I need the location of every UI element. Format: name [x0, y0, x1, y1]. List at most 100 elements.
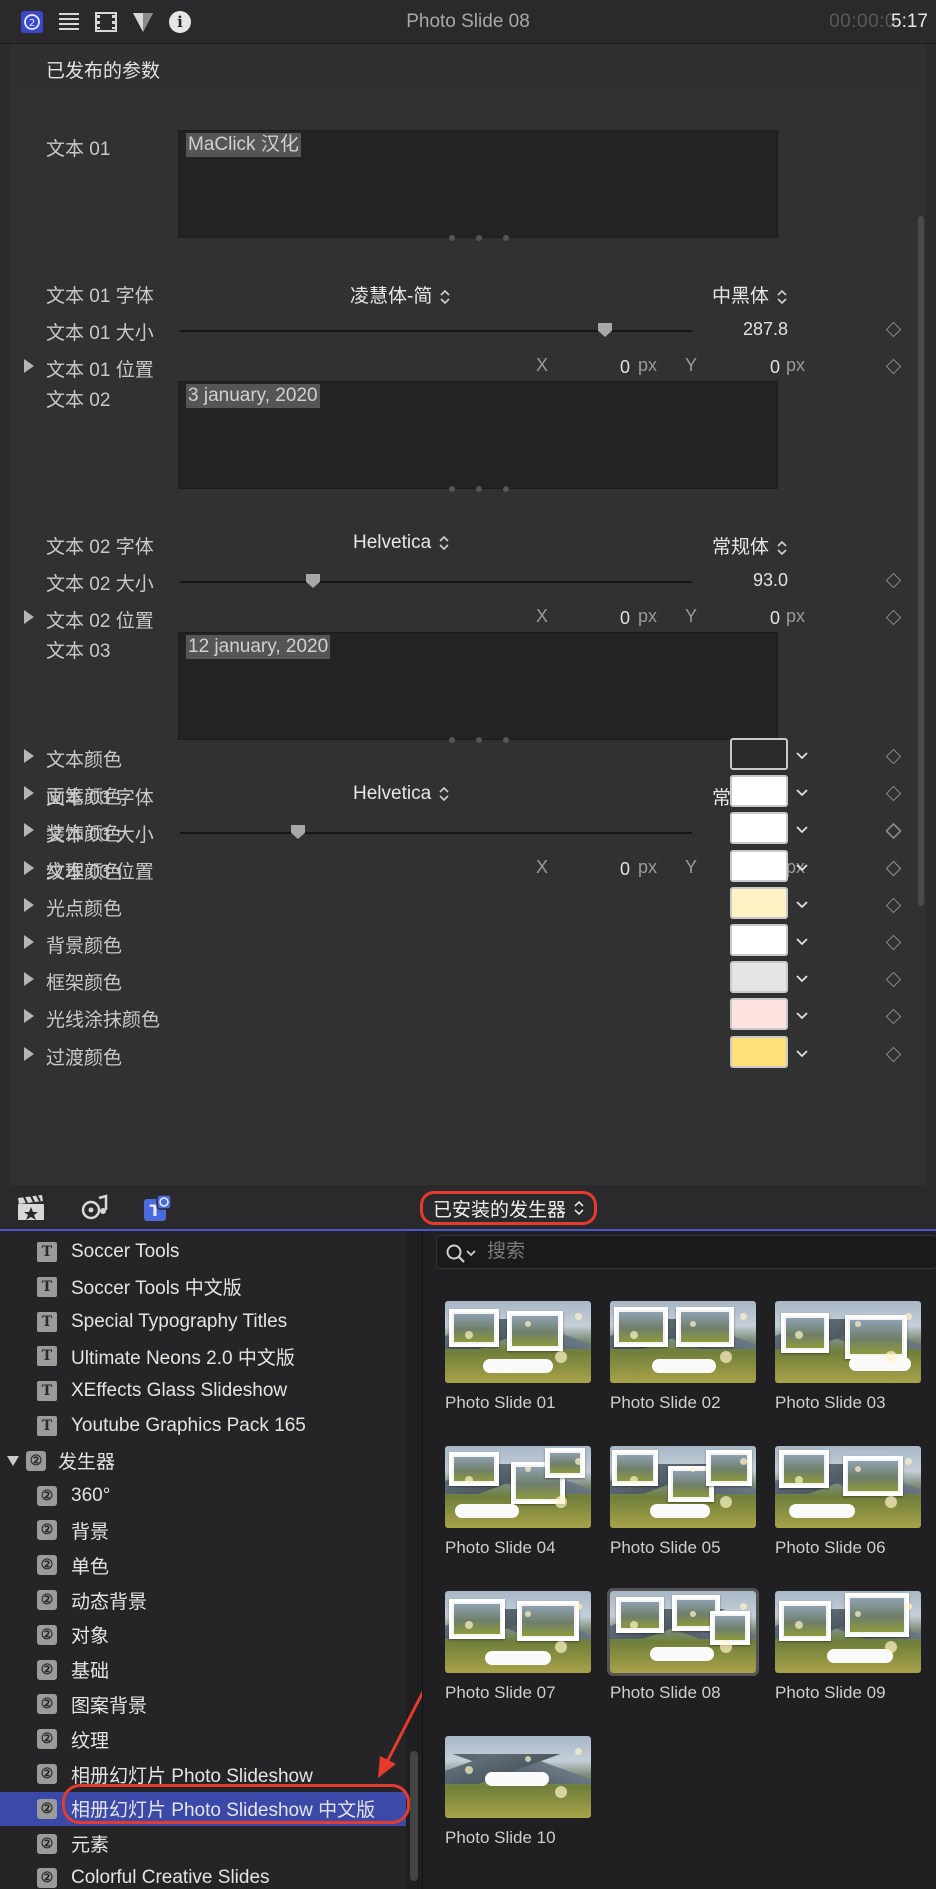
- position-x-value[interactable]: 0: [560, 357, 630, 378]
- generator-thumbnail[interactable]: Photo Slide 05: [610, 1446, 756, 1558]
- size-slider-knob[interactable]: [598, 323, 612, 337]
- font-family-popup[interactable]: 凌慧体-简: [350, 281, 450, 308]
- size-value[interactable]: 287.8: [718, 319, 788, 340]
- sidebar-item[interactable]: T Youtube Graphics Pack 165: [0, 1409, 406, 1443]
- sidebar-item[interactable]: ② 纹理: [0, 1722, 406, 1756]
- keyframe-icon[interactable]: [885, 572, 902, 589]
- sidebar-item[interactable]: ② 元素: [0, 1827, 406, 1861]
- chevron-down-icon[interactable]: [796, 825, 808, 835]
- color-swatch[interactable]: [730, 961, 788, 994]
- music-photo-icon[interactable]: [79, 1194, 109, 1222]
- disclosure-triangle-icon[interactable]: [24, 1046, 34, 1061]
- sidebar-item[interactable]: T Soccer Tools: [0, 1235, 406, 1269]
- sidebar-item[interactable]: ② 对象: [0, 1618, 406, 1652]
- generator-thumbnail[interactable]: Photo Slide 04: [445, 1446, 591, 1558]
- keyframe-icon[interactable]: [885, 971, 902, 988]
- generator-thumbnail[interactable]: Photo Slide 07: [445, 1591, 591, 1703]
- keyframe-icon[interactable]: [885, 1046, 902, 1062]
- position-x-value[interactable]: 0: [560, 608, 630, 629]
- font-family-popup[interactable]: Helvetica: [353, 532, 449, 554]
- size-value[interactable]: 93.0: [718, 570, 788, 591]
- size-slider-track[interactable]: [180, 581, 692, 583]
- keyframe-icon[interactable]: [885, 897, 902, 914]
- font-style-popup[interactable]: 中黑体: [712, 281, 787, 308]
- clapper-icon[interactable]: [16, 1194, 46, 1222]
- disclosure-triangle-icon[interactable]: [24, 610, 34, 624]
- color-swatch[interactable]: [730, 812, 788, 845]
- font-style-popup[interactable]: 常规体: [712, 532, 787, 559]
- keyframe-icon[interactable]: [885, 934, 902, 951]
- chevron-down-icon[interactable]: [796, 900, 808, 910]
- sidebar-scrollbar[interactable]: [406, 1231, 422, 1889]
- disclosure-triangle-icon[interactable]: [24, 786, 34, 801]
- keyframe-icon[interactable]: [885, 748, 902, 765]
- generator-thumbnail[interactable]: Photo Slide 03: [775, 1301, 921, 1413]
- disclosure-triangle-icon[interactable]: [7, 1455, 19, 1466]
- size-slider-track[interactable]: [180, 832, 692, 834]
- sidebar-item[interactable]: T Special Typography Titles: [0, 1305, 406, 1339]
- disclosure-triangle-icon[interactable]: [24, 897, 34, 912]
- sidebar-item[interactable]: ② 相册幻灯片 Photo Slideshow 中文版: [0, 1791, 406, 1826]
- disclosure-triangle-icon[interactable]: [24, 749, 34, 763]
- position-y-value[interactable]: 0: [710, 357, 780, 378]
- keyframe-icon[interactable]: [885, 823, 902, 839]
- sidebar-item[interactable]: ② 背景: [0, 1513, 406, 1547]
- generator-thumbnail[interactable]: Photo Slide 08: [607, 1588, 759, 1703]
- color-swatch[interactable]: [730, 998, 788, 1031]
- text-field[interactable]: 3 january, 2020: [178, 381, 778, 492]
- keyframe-icon[interactable]: [885, 321, 902, 338]
- inspector-scrollbar[interactable]: [918, 216, 924, 906]
- color-swatch[interactable]: [730, 886, 788, 919]
- chevron-down-icon[interactable]: [796, 1049, 808, 1059]
- keyframe-icon[interactable]: [885, 358, 902, 375]
- color-swatch[interactable]: [730, 849, 788, 882]
- disclosure-triangle-icon[interactable]: [24, 359, 34, 373]
- chevron-down-icon[interactable]: [796, 1011, 808, 1021]
- generator-thumbnail[interactable]: Photo Slide 10: [445, 1736, 591, 1848]
- text-field[interactable]: MaClick 汉化: [178, 130, 778, 241]
- sidebar-group-generators[interactable]: ② 发生器: [0, 1444, 406, 1478]
- color-swatch[interactable]: [730, 775, 788, 808]
- generator-thumbnail[interactable]: Photo Slide 02: [610, 1301, 756, 1413]
- disclosure-triangle-icon[interactable]: [24, 935, 34, 949]
- chevron-down-icon[interactable]: [796, 937, 808, 947]
- text-field[interactable]: 12 january, 2020: [178, 632, 778, 743]
- titles-generators-icon[interactable]: T: [143, 1194, 173, 1222]
- sidebar-item[interactable]: ② 基础: [0, 1653, 406, 1687]
- position-x-value[interactable]: 0: [560, 859, 630, 880]
- installed-generators-dropdown[interactable]: 已安装的发生器: [420, 1191, 598, 1225]
- disclosure-triangle-icon[interactable]: [24, 823, 34, 838]
- font-family-popup[interactable]: Helvetica: [353, 783, 449, 805]
- resize-grip[interactable]: [449, 737, 509, 745]
- resize-grip[interactable]: [449, 235, 509, 243]
- keyframe-icon[interactable]: [885, 785, 902, 802]
- search-field[interactable]: [436, 1235, 936, 1269]
- sidebar-item[interactable]: ② 图案背景: [0, 1687, 406, 1721]
- disclosure-triangle-icon[interactable]: [24, 1009, 34, 1024]
- sidebar-item[interactable]: ② 相册幻灯片 Photo Slideshow: [0, 1757, 406, 1791]
- size-slider-knob[interactable]: [306, 574, 320, 588]
- disclosure-triangle-icon[interactable]: [24, 972, 34, 987]
- disclosure-triangle-icon[interactable]: [24, 860, 34, 875]
- chevron-down-icon[interactable]: [796, 788, 808, 798]
- chevron-down-icon[interactable]: [796, 974, 808, 984]
- sidebar-item[interactable]: T Soccer Tools 中文版: [0, 1270, 406, 1304]
- size-slider-knob[interactable]: [291, 825, 305, 839]
- color-swatch[interactable]: [730, 738, 788, 770]
- sidebar-item[interactable]: ② Colorful Creative Slides: [0, 1861, 406, 1889]
- color-swatch[interactable]: [730, 924, 788, 956]
- generator-thumbnail[interactable]: Photo Slide 01: [445, 1301, 591, 1413]
- sidebar-item[interactable]: ② 360°: [0, 1479, 406, 1513]
- keyframe-icon[interactable]: [885, 1009, 902, 1025]
- chevron-down-icon[interactable]: [796, 863, 808, 873]
- position-y-value[interactable]: 0: [710, 608, 780, 629]
- size-slider-track[interactable]: [180, 330, 692, 332]
- color-swatch[interactable]: [730, 1035, 788, 1068]
- sidebar-item[interactable]: ② 动态背景: [0, 1583, 406, 1617]
- sidebar-item[interactable]: ② 单色: [0, 1548, 406, 1582]
- generator-thumbnail[interactable]: Photo Slide 06: [775, 1446, 921, 1558]
- keyframe-icon[interactable]: [885, 860, 902, 876]
- search-input[interactable]: [487, 1240, 927, 1264]
- keyframe-icon[interactable]: [885, 609, 902, 626]
- sidebar-item[interactable]: T XEffects Glass Slideshow: [0, 1374, 406, 1408]
